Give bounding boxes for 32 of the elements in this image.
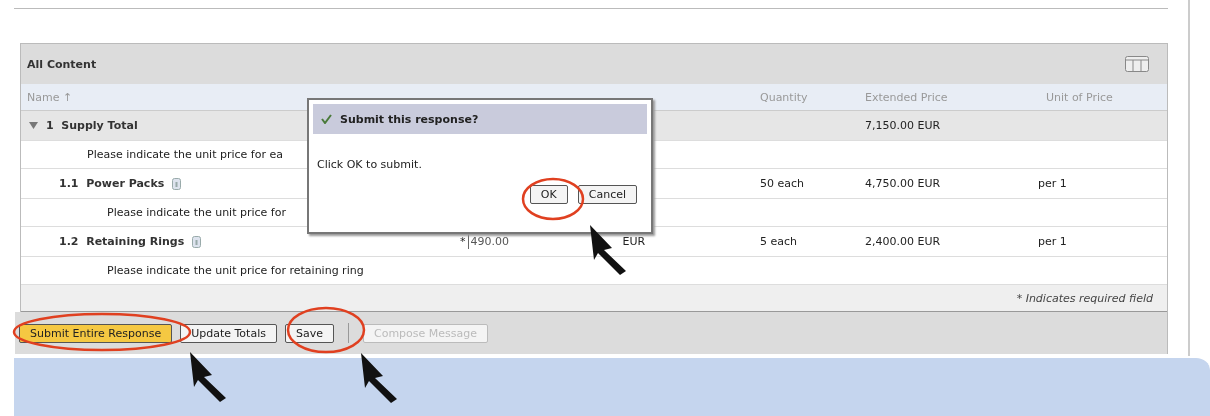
dialog-title: Submit this response? [340, 112, 479, 126]
checkmark-icon [321, 114, 332, 124]
item-name: 1 Supply Total [46, 119, 138, 132]
extended-price-cell: 7,150.00 EUR [865, 119, 941, 132]
toolbar-button[interactable]: Update Totals [180, 323, 277, 343]
dialog-button[interactable]: Cancel [577, 185, 637, 204]
panel-title: All Content [27, 57, 97, 71]
info-icon [192, 235, 202, 248]
info-icon [172, 177, 182, 190]
item-name: 1.1 Power Packs [59, 177, 165, 190]
pointer-arrow [190, 352, 226, 402]
toolbar-button[interactable]: Save [284, 323, 334, 343]
columns-icon[interactable] [1125, 56, 1149, 72]
currency-label: EUR [622, 235, 646, 248]
unit-cell: per 1 [1038, 235, 1067, 248]
highlight-ellipse [521, 177, 585, 221]
required-field-note: * Indicates required field [1016, 291, 1153, 305]
quantity-cell: 50 each [760, 177, 805, 190]
submit-button[interactable]: Submit Entire Response [19, 323, 173, 343]
item-description: Please indicate the unit price for ea [86, 148, 283, 161]
dialog-button[interactable]: OK [529, 185, 568, 204]
dialog-message: Click OK to submit. [316, 157, 423, 171]
extended-price-cell: 2,400.00 EUR [865, 235, 941, 248]
item-description: Please indicate the unit price for retaining ring [106, 264, 364, 277]
item-name: 1.2 Retaining Rings [59, 235, 185, 248]
unit-cell: per 1 [1038, 177, 1067, 190]
required-mark: * [460, 235, 466, 248]
item-description: Please indicate the unit price for [106, 206, 286, 219]
expanded-triangle-icon[interactable] [29, 121, 38, 130]
quantity-cell: 5 each [760, 235, 798, 248]
pointer-arrow [361, 353, 397, 403]
extended-price-cell: 4,750.00 EUR [865, 177, 941, 190]
